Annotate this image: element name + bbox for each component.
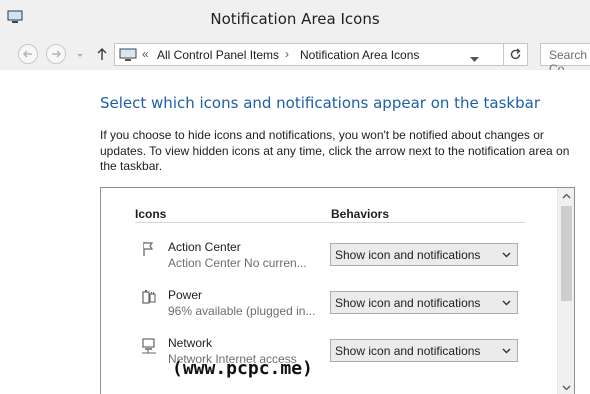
column-header-behaviors: Behaviors [331,207,390,221]
behavior-selected-value: Show icon and notifications [335,344,481,358]
list-item: Action Center Action Center No curren...… [135,238,535,278]
arrow-left-icon [22,50,32,58]
main-content: Select which icons and notifications app… [0,70,590,394]
behavior-selected-value: Show icon and notifications [335,248,481,262]
up-arrow-icon[interactable] [95,46,109,62]
navigation-bar: « All Control Panel Items › Notification… [0,38,590,76]
search-input[interactable]: Search Co [540,43,590,76]
arrow-right-icon [52,50,62,58]
title-bar: Notification Area Icons [0,0,590,38]
breadcrumb-overflow[interactable]: « [142,47,149,61]
chevron-down-icon [502,252,511,258]
chevron-down-icon [502,300,511,306]
item-status: Action Center No curren... [168,256,307,270]
network-icon [140,336,158,354]
behavior-selected-value: Show icon and notifications [335,296,481,310]
watermark: (www.pcpc.me) [172,358,313,379]
page-description: If you choose to hide icons and notifica… [100,128,570,173]
column-header-icons: Icons [135,207,167,221]
computer-icon [119,48,137,65]
address-bar[interactable]: « All Control Panel Items › Notification… [114,43,504,66]
battery-icon [140,288,158,306]
breadcrumb-all-control-panel-items[interactable]: All Control Panel Items [157,48,279,62]
forward-button[interactable] [46,44,66,64]
back-button[interactable] [18,44,38,64]
behavior-select[interactable]: Show icon and notifications [330,339,518,362]
behavior-select[interactable]: Show icon and notifications [330,291,518,314]
recent-locations-chevron-icon[interactable] [75,50,85,60]
header-divider [135,222,525,223]
item-name: Network [168,336,213,350]
scroll-up-icon [562,193,571,199]
scrollbar-thumb[interactable] [561,206,572,301]
list-item: Power 96% available (plugged in... Show … [135,286,535,326]
item-name: Action Center [168,240,241,254]
vertical-scrollbar[interactable] [557,188,574,394]
page-heading: Select which icons and notifications app… [100,94,540,112]
behavior-select[interactable]: Show icon and notifications [330,243,518,266]
breadcrumb-separator[interactable]: › [285,47,289,61]
item-status: 96% available (plugged in... [168,304,316,318]
chevron-down-icon [502,348,511,354]
window-title: Notification Area Icons [210,10,380,28]
item-name: Power [168,288,203,302]
refresh-button[interactable] [504,43,528,66]
address-dropdown-icon[interactable] [470,52,479,66]
scroll-down-icon [562,385,571,391]
breadcrumb-notification-area-icons[interactable]: Notification Area Icons [300,48,419,62]
refresh-icon [510,48,521,60]
flag-icon [140,240,158,258]
